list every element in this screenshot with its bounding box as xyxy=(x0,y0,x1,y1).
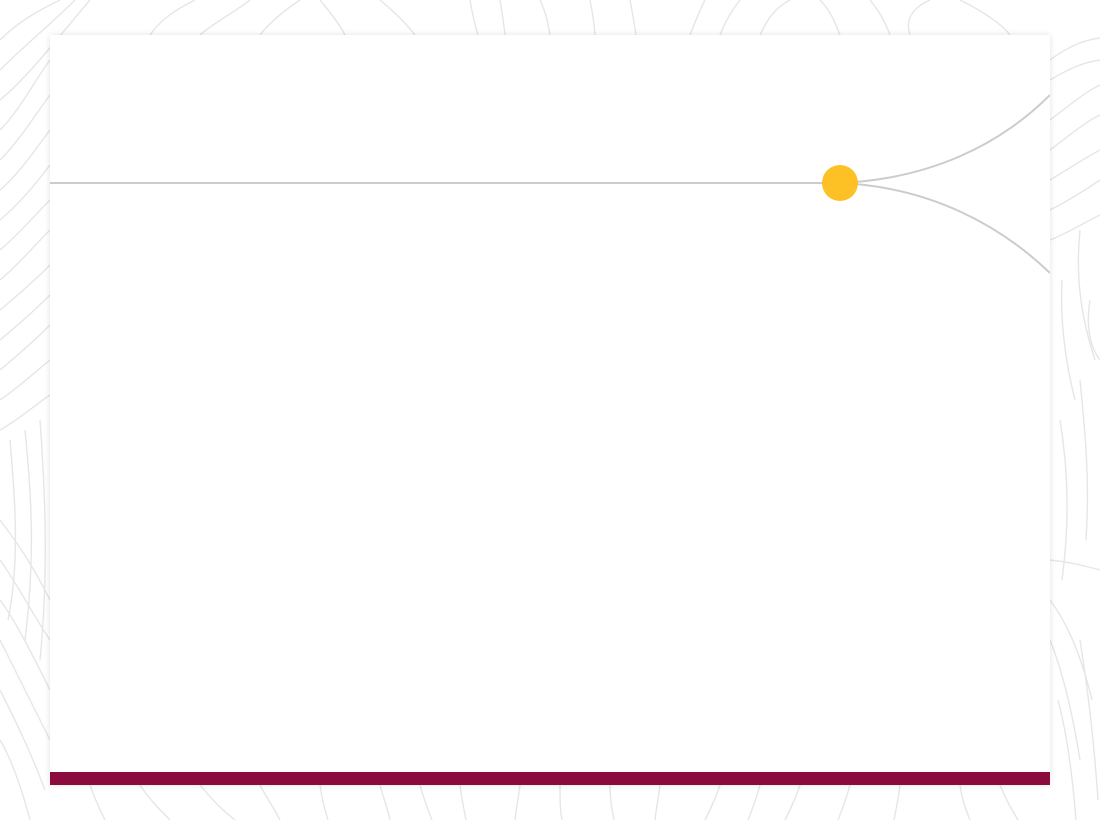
lower-branch-line xyxy=(839,182,1050,274)
upper-branch-line xyxy=(839,94,1050,184)
connector-graphic xyxy=(50,94,1050,274)
slide-canvas xyxy=(50,35,1050,785)
footer-accent-bar xyxy=(50,772,1050,785)
accent-node-dot xyxy=(822,165,858,201)
